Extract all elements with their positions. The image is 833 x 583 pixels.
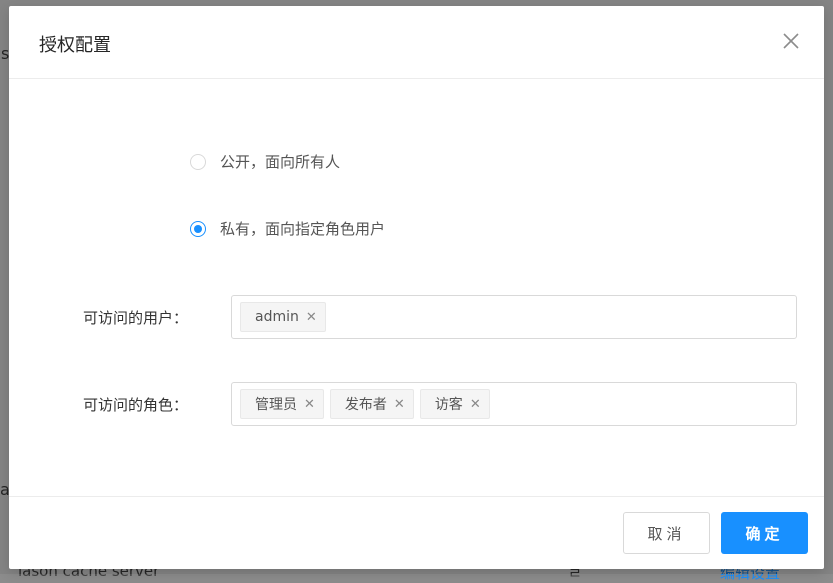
tag-close-icon[interactable]: ✕ [394,397,405,412]
tag-close-icon[interactable]: ✕ [306,310,317,325]
tag-label: admin [255,309,299,325]
tag-label: 管理员 [255,397,297,413]
users-field-row: 可访问的用户： admin ✕ [9,295,824,339]
modal-title: 授权配置 [39,35,111,56]
close-icon[interactable] [782,32,800,50]
user-tag: admin ✕ [240,302,326,332]
radio-label: 公开，面向所有人 [220,153,341,171]
modal-header: 授权配置 [9,6,824,79]
role-tag: 管理员 ✕ [240,389,324,419]
role-tag: 发布者 ✕ [329,389,414,419]
confirm-button[interactable]: 确定 [721,512,808,554]
tag-label: 发布者 [344,397,387,413]
roles-field-row: 可访问的角色： 管理员 ✕ 发布者 ✕ 访客 ✕ [9,382,824,426]
users-select[interactable]: admin ✕ [231,295,797,339]
radio-private[interactable]: 私有，面向指定角色用户 [190,218,385,239]
tag-close-icon[interactable]: ✕ [304,397,315,412]
roles-select[interactable]: 管理员 ✕ 发布者 ✕ 访客 ✕ [231,382,797,426]
cancel-button[interactable]: 取消 [623,512,710,554]
radio-public[interactable]: 公开，面向所有人 [190,151,340,172]
tag-label: 访客 [434,397,463,413]
radio-label: 私有，面向指定角色用户 [220,220,386,238]
authorization-modal: 授权配置 公开，面向所有人 私有，面向指定角色用户 可访问的用户： admin … [9,6,824,569]
radio-button[interactable] [190,220,206,237]
modal-footer: 取消 确定 [9,496,824,569]
roles-field-label: 可访问的角色： [83,396,189,414]
radio-button[interactable] [190,153,206,170]
users-field-label: 可访问的用户： [83,309,189,327]
tag-close-icon[interactable]: ✕ [470,397,481,412]
role-tag: 访客 ✕ [419,389,490,419]
